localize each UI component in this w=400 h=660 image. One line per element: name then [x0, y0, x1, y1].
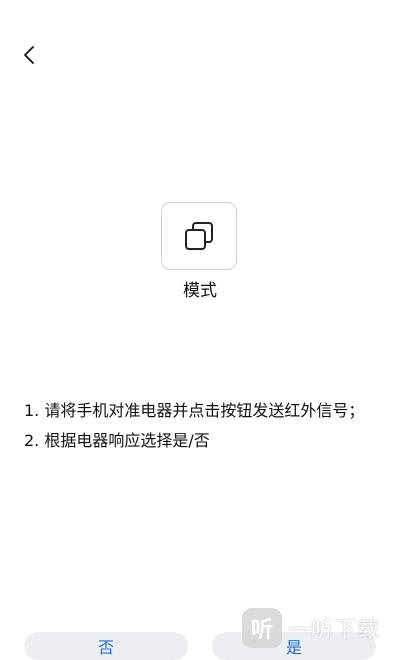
watermark-text: 一听下载	[288, 618, 381, 643]
back-button[interactable]	[14, 40, 44, 70]
mode-button[interactable]	[161, 202, 237, 270]
no-button[interactable]: 否	[24, 632, 188, 660]
chevron-left-icon	[24, 46, 34, 64]
mode-label: 模式	[183, 281, 217, 301]
instruction-step-2: 2. 根据电器响应选择是/否	[24, 431, 210, 450]
instructions: 1. 请将手机对准电器并点击按钮发送红外信号； 2. 根据电器响应选择是/否	[24, 400, 380, 460]
copy-icon	[185, 222, 213, 250]
instruction-step-1: 1. 请将手机对准电器并点击按钮发送红外信号；	[24, 401, 365, 420]
watermark-logo: 听	[242, 608, 282, 648]
watermark: 听 一听下载	[242, 604, 380, 652]
